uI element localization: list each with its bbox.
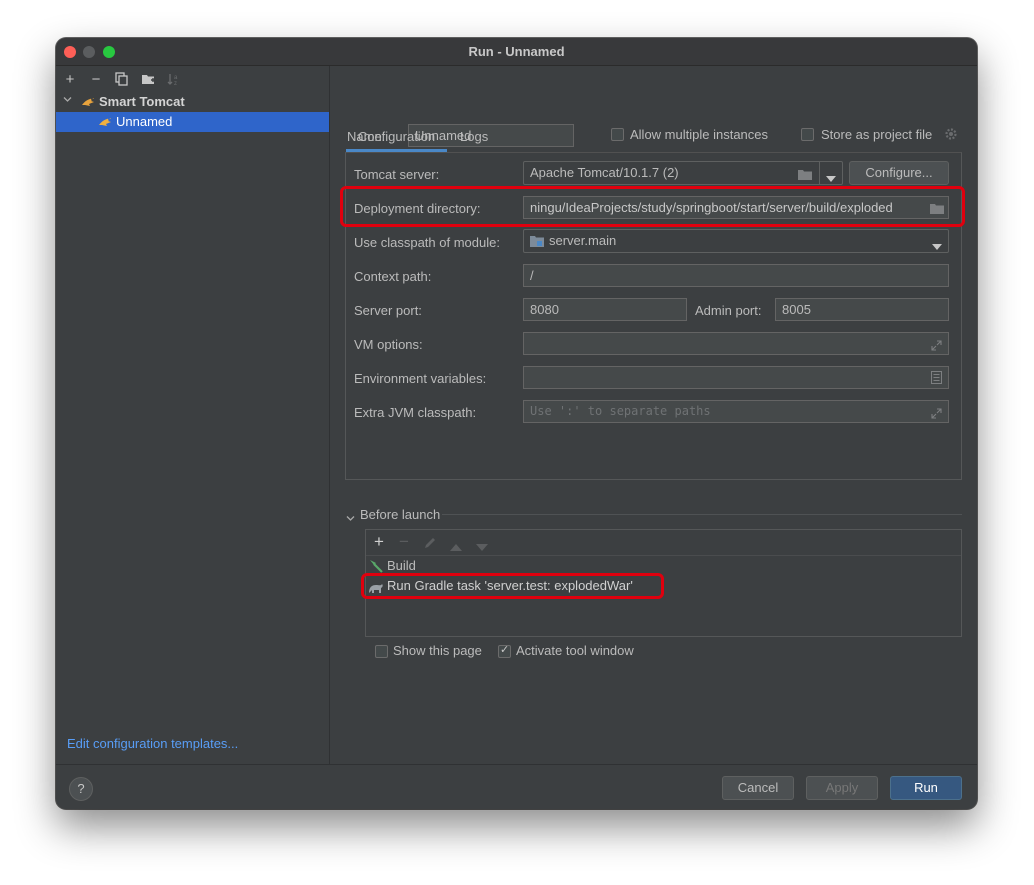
- edit-templates-link[interactable]: Edit configuration templates...: [67, 736, 238, 751]
- deployment-dir-highlight: [340, 186, 965, 227]
- move-down-icon[interactable]: [476, 539, 488, 554]
- tomcat-server-value: Apache Tomcat/10.1.7 (2): [530, 165, 679, 180]
- classpath-module-label: Use classpath of module:: [354, 235, 500, 250]
- edit-icon[interactable]: [424, 536, 437, 552]
- tomcat-icon: [98, 115, 112, 129]
- document-icon[interactable]: [931, 371, 942, 387]
- tree-item-label: Smart Tomcat: [99, 94, 185, 109]
- tomcat-server-select[interactable]: Apache Tomcat/10.1.7 (2): [523, 161, 843, 185]
- help-button[interactable]: ?: [69, 777, 93, 801]
- folder-icon[interactable]: [798, 168, 812, 180]
- configuration-panel: Tomcat server: Apache Tomcat/10.1.7 (2) …: [340, 152, 965, 480]
- sort-icon[interactable]: az: [166, 72, 182, 88]
- allow-multiple-label: Allow multiple instances: [630, 127, 769, 142]
- remove-icon[interactable]: −: [88, 72, 104, 88]
- section-divider: [442, 514, 962, 515]
- chevron-down-icon[interactable]: [932, 238, 942, 253]
- tab-logs[interactable]: Logs: [460, 124, 488, 152]
- vm-options-label: VM options:: [354, 337, 423, 352]
- before-launch-toolbar: + −: [366, 530, 961, 556]
- classpath-module-select[interactable]: server.main: [523, 229, 949, 253]
- window-title: Run - Unnamed: [468, 44, 565, 59]
- vm-options-input[interactable]: [523, 332, 949, 355]
- admin-port-input[interactable]: 8005: [775, 298, 949, 321]
- expand-icon[interactable]: [931, 339, 942, 351]
- activate-tool-checkbox[interactable]: [498, 643, 511, 658]
- tomcat-icon: [81, 95, 95, 109]
- server-port-label: Server port:: [354, 303, 422, 318]
- run-configuration-dialog: Run - Unnamed + − az Smart Tomcat Unname…: [56, 38, 977, 809]
- classpath-module-value: server.main: [549, 233, 617, 248]
- dialog-footer: ? Cancel Apply Run: [56, 764, 977, 809]
- server-port-input[interactable]: 8080: [523, 298, 687, 321]
- store-as-file-label: Store as project file: [821, 127, 933, 142]
- add-icon[interactable]: +: [62, 72, 78, 88]
- svg-text:z: z: [174, 81, 177, 86]
- tree-item-label: Unnamed: [116, 114, 173, 129]
- apply-button[interactable]: Apply: [806, 776, 878, 800]
- expand-icon[interactable]: [931, 407, 942, 419]
- context-path-label: Context path:: [354, 269, 432, 284]
- sidebar-toolbar: + − az: [62, 70, 182, 90]
- tree-item-unnamed[interactable]: Unnamed: [56, 112, 329, 132]
- chevron-down-icon[interactable]: [826, 170, 836, 185]
- tree-item-smart-tomcat[interactable]: Smart Tomcat: [56, 92, 329, 112]
- extra-classpath-input[interactable]: Use ':' to separate paths: [523, 400, 949, 423]
- cancel-button[interactable]: Cancel: [722, 776, 794, 800]
- copy-icon[interactable]: [114, 72, 130, 88]
- configuration-editor: Name: Unnamed Allow multiple instances S…: [330, 66, 977, 764]
- show-page-checkbox[interactable]: [375, 645, 388, 658]
- extra-classpath-label: Extra JVM classpath:: [354, 405, 477, 420]
- tab-configuration[interactable]: Configuration: [346, 124, 447, 152]
- env-vars-input[interactable]: [523, 366, 949, 389]
- chevron-down-icon[interactable]: [63, 92, 72, 112]
- gear-icon[interactable]: [944, 127, 958, 144]
- env-vars-label: Environment variables:: [354, 371, 487, 386]
- admin-port-label: Admin port:: [695, 303, 762, 318]
- context-path-input[interactable]: /: [523, 264, 949, 287]
- add-icon[interactable]: +: [374, 532, 384, 552]
- run-button[interactable]: Run: [890, 776, 962, 800]
- divider: [819, 162, 820, 184]
- title-bar: Run - Unnamed: [56, 38, 977, 66]
- remove-icon[interactable]: −: [399, 532, 409, 552]
- move-up-icon[interactable]: [450, 539, 462, 554]
- before-launch-title[interactable]: Before launch: [360, 507, 440, 522]
- store-as-file-checkbox[interactable]: [801, 128, 814, 141]
- module-icon: [530, 235, 544, 251]
- allow-multiple-checkbox[interactable]: [611, 128, 624, 141]
- show-page-label: Show this page: [393, 643, 482, 658]
- gradle-task-highlight: [361, 573, 664, 599]
- activate-tool-label: Activate tool window: [516, 643, 634, 658]
- tomcat-server-label: Tomcat server:: [354, 167, 440, 182]
- new-folder-icon[interactable]: [140, 72, 156, 88]
- chevron-down-icon[interactable]: [346, 511, 355, 526]
- configuration-sidebar: + − az Smart Tomcat Unnamed Edit configu…: [56, 66, 330, 764]
- configure-button[interactable]: Configure...: [849, 161, 949, 185]
